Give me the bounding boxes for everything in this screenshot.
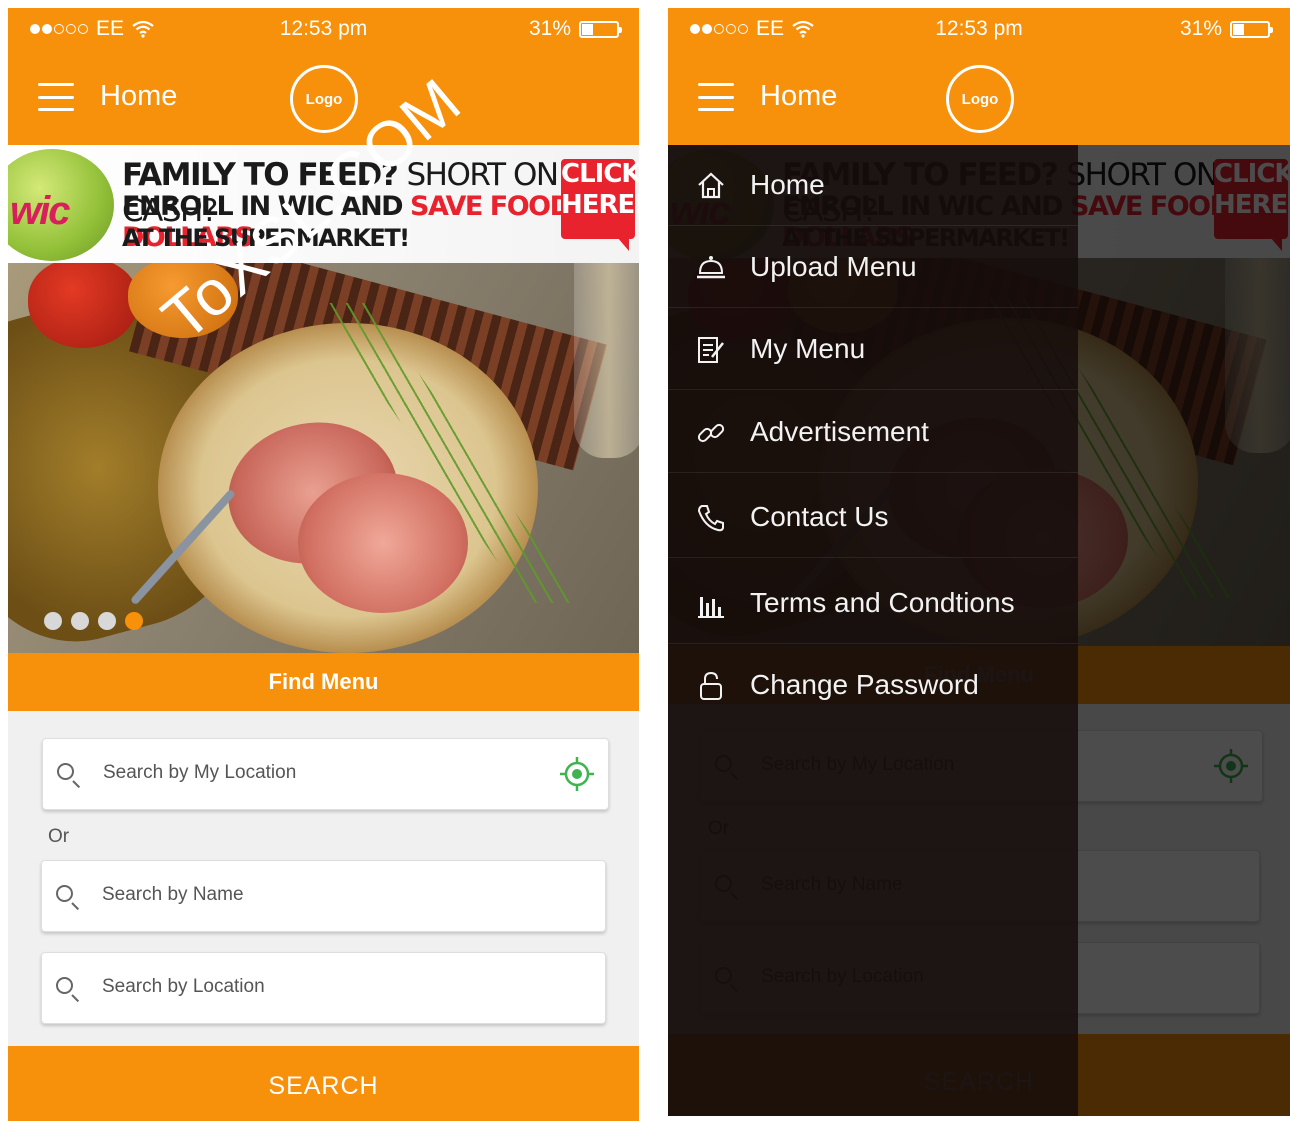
page-title: Home bbox=[760, 80, 838, 112]
wic-apple-logo: wic bbox=[8, 149, 114, 261]
search-by-location-field[interactable]: Search by Location bbox=[41, 952, 606, 1024]
cloche-icon bbox=[697, 256, 725, 279]
battery-icon bbox=[579, 20, 622, 38]
page-title: Home bbox=[100, 80, 178, 112]
search-icon bbox=[56, 977, 73, 994]
app-logo: Logo bbox=[946, 65, 1014, 133]
bar-chart-icon bbox=[698, 597, 724, 618]
edit-list-icon bbox=[698, 337, 724, 363]
page-dot-active bbox=[125, 612, 143, 630]
home-screen: EE 12:53 pm 31% Home Logo wic FAMILY TO … bbox=[8, 8, 639, 1121]
hamburger-menu-icon[interactable] bbox=[698, 83, 734, 111]
locate-me-icon[interactable] bbox=[560, 757, 594, 791]
search-icon bbox=[56, 885, 73, 902]
drawer-item-change-password[interactable]: Change Password bbox=[668, 645, 1078, 725]
search-button[interactable]: SEARCH bbox=[8, 1046, 639, 1121]
page-dot bbox=[98, 612, 116, 630]
battery-percent: 31% bbox=[528, 17, 571, 40]
hamburger-menu-icon[interactable] bbox=[38, 83, 74, 111]
link-icon bbox=[697, 423, 725, 443]
status-bar: EE 12:53 pm 31% bbox=[668, 8, 1290, 50]
drawer-item-upload-menu[interactable]: Upload Menu bbox=[668, 227, 1078, 308]
page-dot bbox=[71, 612, 89, 630]
drawer-item-terms[interactable]: Terms and Condtions bbox=[668, 563, 1078, 644]
find-menu-bar: Find Menu bbox=[8, 653, 639, 711]
page-dot bbox=[44, 612, 62, 630]
search-by-name-field[interactable]: Search by Name bbox=[41, 860, 606, 932]
phone-icon bbox=[697, 505, 724, 532]
status-bar: EE 12:53 pm 31% bbox=[8, 8, 639, 50]
home-screen-drawer-open: EE 12:53 pm 31% Home Logo wic FAMILY TO … bbox=[668, 8, 1290, 1116]
drawer-item-my-menu[interactable]: My Menu bbox=[668, 309, 1078, 390]
drawer-item-contact-us[interactable]: Contact Us bbox=[668, 477, 1078, 558]
app-logo: Logo bbox=[290, 65, 358, 133]
navigation-drawer: Home Upload Menu My Menu Advertisement C… bbox=[668, 145, 1078, 1116]
drawer-item-advertisement[interactable]: Advertisement bbox=[668, 392, 1078, 473]
search-my-location-field[interactable]: Search by My Location bbox=[42, 738, 609, 810]
app-header: Home Logo bbox=[8, 50, 639, 145]
or-divider-text: Or bbox=[48, 826, 70, 847]
home-icon bbox=[698, 172, 724, 199]
lock-icon bbox=[700, 671, 722, 700]
carousel-page-indicator[interactable] bbox=[44, 612, 143, 630]
click-here-badge[interactable]: CLICK HERE! bbox=[561, 159, 639, 251]
search-icon bbox=[57, 763, 74, 780]
drawer-item-home[interactable]: Home bbox=[668, 145, 1078, 226]
battery-percent: 31% bbox=[1179, 17, 1222, 40]
app-header: Home Logo bbox=[668, 50, 1290, 145]
food-carousel-image[interactable] bbox=[8, 263, 639, 653]
battery-icon bbox=[1230, 20, 1273, 38]
